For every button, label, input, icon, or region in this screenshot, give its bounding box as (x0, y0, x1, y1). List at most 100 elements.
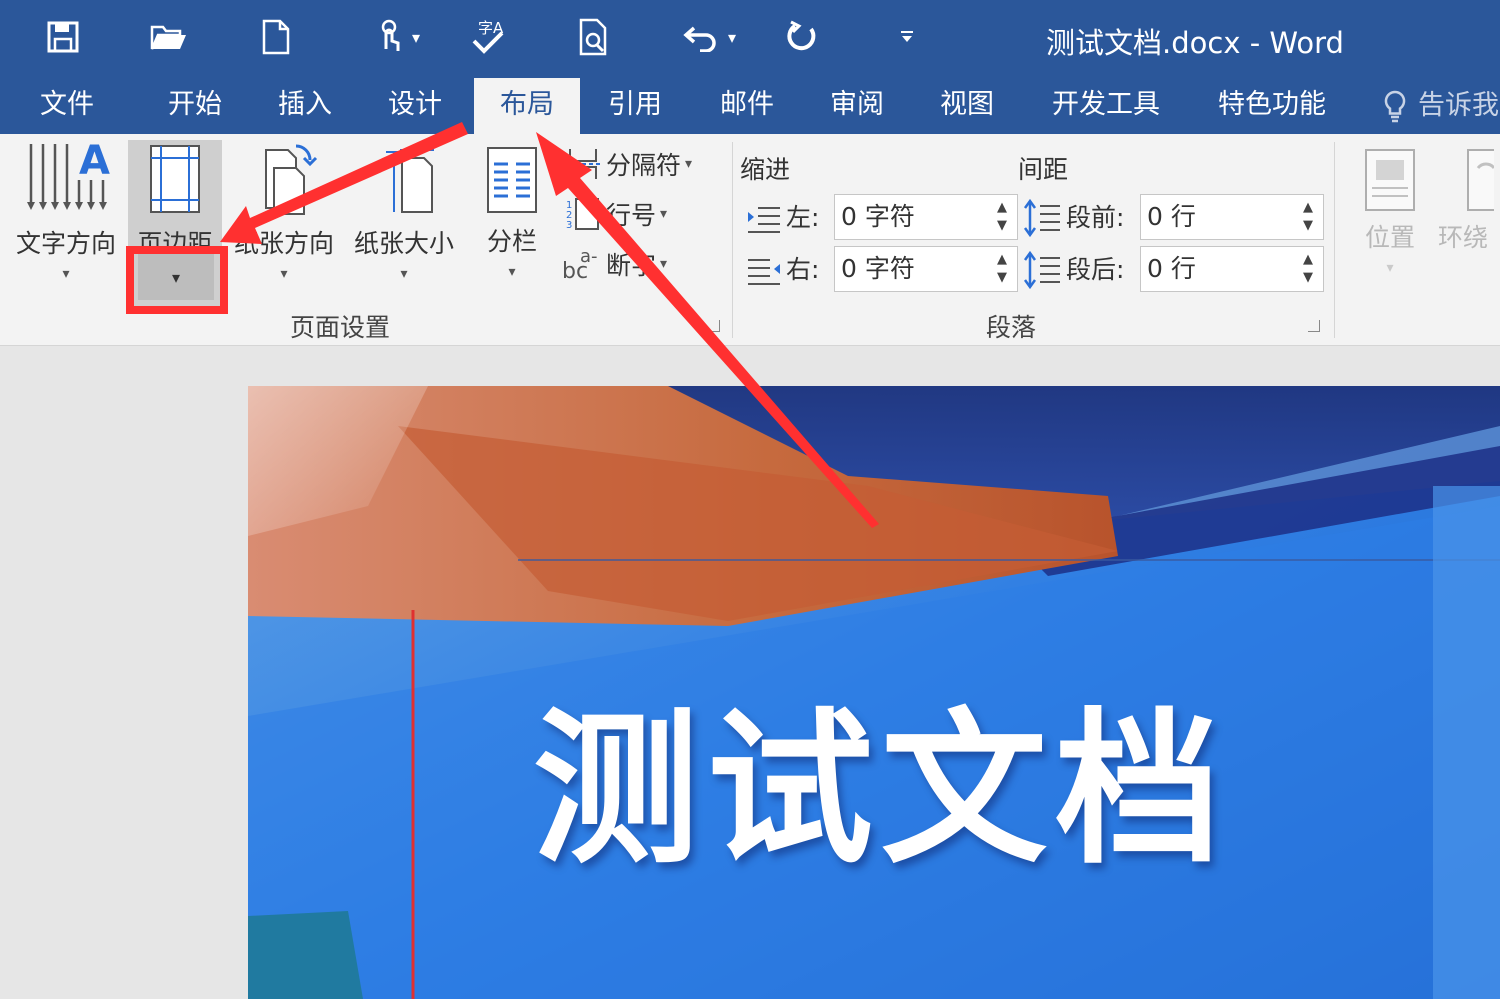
save-icon[interactable] (40, 14, 86, 60)
undo-caret[interactable]: ▾ (728, 28, 736, 47)
lightbulb-icon (1384, 90, 1406, 123)
line-numbers-icon: 123 (566, 198, 599, 231)
print-preview-icon[interactable] (574, 14, 614, 60)
position-caret: ▾ (1386, 260, 1394, 276)
tab-insert[interactable]: 插入 (268, 78, 342, 134)
columns-button[interactable]: 分栏 ▾ (474, 146, 550, 280)
paragraph-group-label: 段落 (986, 313, 1037, 342)
tab-file[interactable]: 文件 (30, 78, 104, 134)
indent-right-icon (748, 259, 780, 285)
spacing-after-value: 0 行 (1147, 254, 1196, 283)
spacing-before-icon (1023, 198, 1060, 238)
ribbon-tabs: 文件 开始 插入 设计 布局 引用 邮件 审阅 视图 开发工具 特色功能 告诉我 (0, 78, 1500, 134)
tab-developer[interactable]: 开发工具 (1042, 78, 1170, 134)
margins-highlight-box (126, 246, 228, 314)
page-setup-group-label: 页面设置 (290, 313, 391, 342)
svg-text:3: 3 (566, 220, 572, 231)
group-divider (1334, 142, 1335, 338)
text-direction-caret: ▾ (62, 266, 70, 282)
touch-mode-icon[interactable]: ▾ (362, 14, 432, 60)
spacing-after-icon (1023, 250, 1060, 290)
indent-left-value: 0 字符 (841, 202, 915, 231)
indent-left-input[interactable]: 0 字符 ▲ ▼ (834, 194, 1018, 240)
tell-me-label: 告诉我 (1418, 90, 1499, 121)
hyphenation-button[interactable]: bc a- 断字 ▾ (562, 246, 667, 282)
page-setup-launcher-icon[interactable] (708, 320, 720, 332)
spacing-after-input[interactable]: 0 行 ▲ ▼ (1140, 246, 1324, 292)
breaks-label: 分隔符 (606, 151, 682, 180)
customize-qat-icon[interactable] (894, 14, 920, 60)
title-bar: ▾ 字A ▾ 测试文档.docx - Word (0, 0, 1500, 78)
columns-caret: ▾ (508, 264, 516, 280)
size-button[interactable]: 纸张大小 ▾ (346, 140, 462, 282)
orientation-label: 纸张方向 (233, 229, 334, 258)
breaks-icon (568, 149, 600, 179)
wrap-text-label: 环绕 (1438, 223, 1489, 252)
tab-special-features[interactable]: 特色功能 (1208, 78, 1336, 134)
spacing-before-label: 段前: (1066, 203, 1125, 232)
new-document-icon[interactable] (256, 14, 296, 60)
redo-icon[interactable] (782, 14, 822, 60)
group-divider (732, 142, 733, 338)
position-label: 位置 (1364, 223, 1415, 252)
size-caret: ▾ (400, 266, 408, 282)
spacing-before-spinner[interactable]: ▲ ▼ (1303, 199, 1313, 235)
hyphenation-label: 断字 (606, 251, 657, 280)
indent-heading: 缩进 (740, 155, 791, 184)
position-icon (1365, 149, 1415, 211)
tab-references[interactable]: 引用 (598, 78, 672, 134)
tab-layout[interactable]: 布局 (474, 78, 580, 134)
document-title: 测试文档.docx - Word (1046, 26, 1344, 60)
breaks-button[interactable]: 分隔符 ▾ (566, 146, 692, 182)
breaks-caret: ▾ (685, 156, 693, 172)
indent-right-value: 0 字符 (841, 254, 915, 283)
document-heading[interactable]: 测试文档 (533, 654, 1229, 895)
spacing-after-spinner[interactable]: ▲ ▼ (1303, 251, 1313, 287)
columns-label: 分栏 (486, 227, 537, 256)
spelling-check-icon[interactable]: 字A (468, 14, 508, 60)
spacing-after-label: 段后: (1066, 255, 1125, 284)
spacing-before-value: 0 行 (1147, 202, 1196, 231)
orientation-caret: ▾ (280, 266, 288, 282)
indent-right-label: 右: (786, 255, 820, 284)
spacing-before-input[interactable]: 0 行 ▲ ▼ (1140, 194, 1324, 240)
paper-size-icon (386, 149, 434, 213)
indent-right-spinner[interactable]: ▲ ▼ (997, 251, 1007, 287)
tab-home[interactable]: 开始 (158, 78, 232, 134)
line-numbers-button[interactable]: 123 行号 ▾ (566, 196, 667, 232)
wrap-text-button[interactable]: 环绕 (1438, 148, 1500, 254)
document-canvas: 测试文档 (0, 346, 1500, 999)
spacing-heading: 间距 (1018, 155, 1069, 184)
indent-left-label: 左: (786, 203, 820, 232)
tell-me-search[interactable]: 告诉我 (1382, 78, 1499, 134)
columns-icon (487, 147, 537, 213)
margins-icon (150, 145, 200, 213)
text-direction-button[interactable]: A 文字方向 ▾ (10, 140, 122, 282)
orientation-icon (265, 144, 318, 215)
text-direction-icon: A (27, 140, 110, 210)
paragraph-launcher-icon[interactable] (1308, 320, 1320, 332)
text-direction-label: 文字方向 (15, 229, 116, 258)
tab-mailings[interactable]: 邮件 (710, 78, 784, 134)
qat-caret[interactable]: ▾ (412, 28, 420, 47)
hyphenation-icon: bca- (562, 246, 598, 282)
undo-icon[interactable]: ▾ (672, 14, 746, 60)
wrap-text-icon (1467, 149, 1494, 211)
indent-left-icon (748, 207, 780, 233)
ribbon-layout: A 文字方向 ▾ 页边距 ▾ 纸张方向 ▾ 纸张大小 ▾ 分栏 ▾ 分隔符 ▾ … (0, 134, 1500, 346)
line-numbers-label: 行号 (606, 201, 657, 230)
size-label: 纸张大小 (353, 229, 454, 258)
indent-left-spinner[interactable]: ▲ ▼ (997, 199, 1007, 235)
orientation-button[interactable]: 纸张方向 ▾ (228, 140, 340, 282)
indent-right-input[interactable]: 0 字符 ▲ ▼ (834, 246, 1018, 292)
margins-button[interactable]: 页边距 (128, 144, 222, 260)
position-button[interactable]: 位置 ▾ (1352, 148, 1428, 276)
open-folder-icon[interactable] (146, 14, 192, 60)
svg-text:a-: a- (580, 246, 598, 267)
svg-text:A: A (79, 140, 110, 184)
tab-view[interactable]: 视图 (930, 78, 1004, 134)
line-numbers-caret: ▾ (660, 206, 668, 222)
tab-review[interactable]: 审阅 (820, 78, 894, 134)
document-page[interactable]: 测试文档 (248, 386, 1500, 999)
tab-design[interactable]: 设计 (378, 78, 452, 134)
